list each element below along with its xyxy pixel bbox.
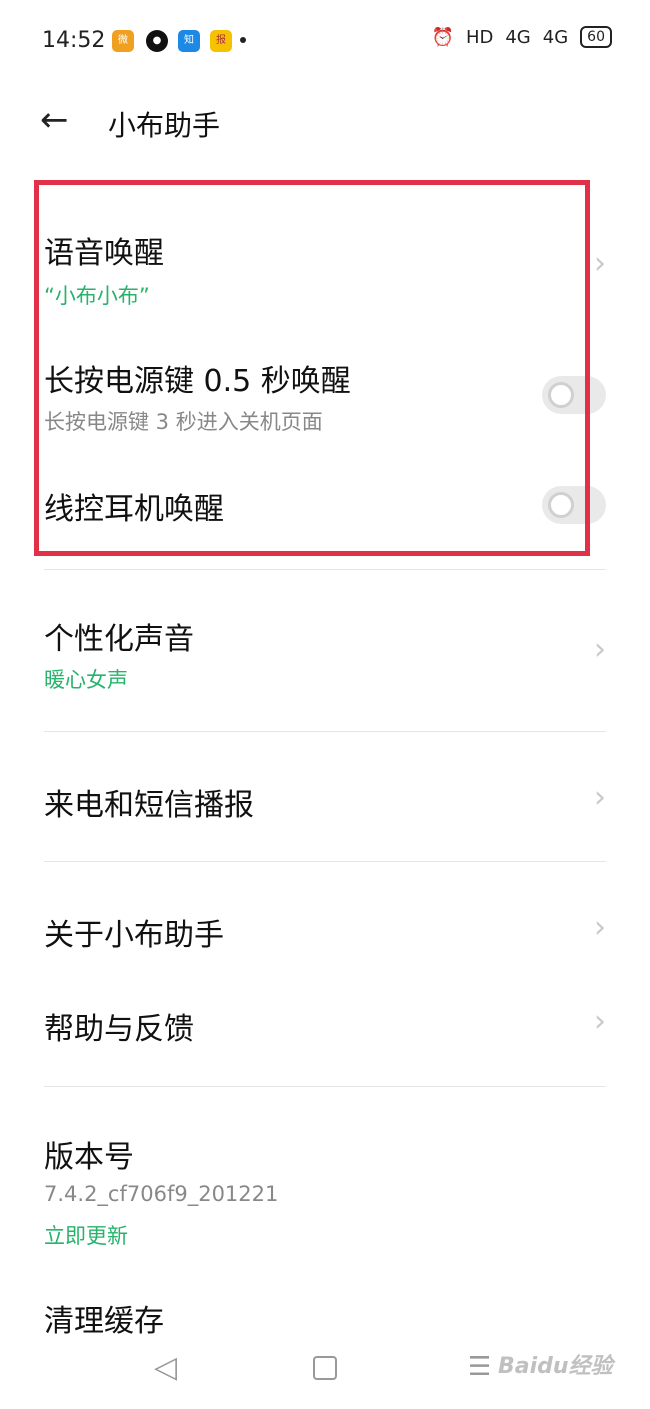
setting-clear-cache[interactable]: 清理缓存 xyxy=(44,1296,606,1346)
notification-dot xyxy=(240,37,246,43)
chevron-right-icon: › xyxy=(594,910,606,945)
chevron-right-icon: › xyxy=(594,632,606,667)
setting-subtitle: 暖心女声 xyxy=(44,668,128,692)
update-link[interactable]: 立即更新 xyxy=(44,1220,128,1250)
signal-icon-1: 4G xyxy=(505,26,531,48)
chevron-right-icon: › xyxy=(594,246,606,281)
setting-call-sms-broadcast[interactable]: 来电和短信播报 › xyxy=(44,780,606,830)
setting-personal-voice[interactable]: 个性化声音 暖心女声 › xyxy=(44,614,606,704)
nav-back-icon[interactable]: ◁ xyxy=(154,1350,177,1385)
setting-version: 版本号 7.4.2_cf706f9_201221 立即更新 xyxy=(44,1132,606,1252)
chevron-right-icon: › xyxy=(594,780,606,815)
setting-title: 清理缓存 xyxy=(44,1304,164,1339)
app-black-icon: ● xyxy=(146,30,168,52)
setting-title: 版本号 xyxy=(44,1140,134,1175)
nav-menu-icon[interactable]: ☰ xyxy=(468,1352,491,1382)
battery-icon: 60 xyxy=(580,26,612,48)
back-arrow-icon[interactable]: ← xyxy=(40,100,69,140)
highlight-box xyxy=(34,180,590,556)
watermark: Baidu经验 xyxy=(498,1354,613,1379)
alarm-icon: ⏰ xyxy=(431,26,454,48)
setting-title: 来电和短信播报 xyxy=(44,788,254,823)
status-time: 14:52 xyxy=(42,28,106,53)
divider xyxy=(44,731,606,732)
zhihu-icon: 知 xyxy=(178,30,200,52)
chevron-right-icon: › xyxy=(594,1004,606,1039)
setting-title: 关于小布助手 xyxy=(44,918,224,953)
weibo-icon: 微 xyxy=(112,30,134,52)
status-bar: 14:52 微 ● 知 报 ⏰ HD 4G 4G 60 xyxy=(0,0,650,80)
divider xyxy=(44,861,606,862)
setting-title: 个性化声音 xyxy=(44,622,194,657)
page-title: 小布助手 xyxy=(108,109,221,142)
news-icon: 报 xyxy=(210,30,232,52)
version-value: 7.4.2_cf706f9_201221 xyxy=(44,1182,279,1206)
nav-home-icon[interactable] xyxy=(313,1356,337,1380)
header: ← 小布助手 xyxy=(0,90,650,160)
signal-icon-2: 4G xyxy=(542,26,569,48)
divider xyxy=(44,569,606,570)
setting-about[interactable]: 关于小布助手 › xyxy=(44,910,606,960)
divider xyxy=(44,1086,606,1087)
setting-help[interactable]: 帮助与反馈 › xyxy=(44,1004,606,1054)
setting-title: 帮助与反馈 xyxy=(44,1012,194,1047)
status-right-icons: ⏰ HD 4G 4G 60 xyxy=(432,26,612,48)
wifi-icon: HD xyxy=(465,26,494,48)
